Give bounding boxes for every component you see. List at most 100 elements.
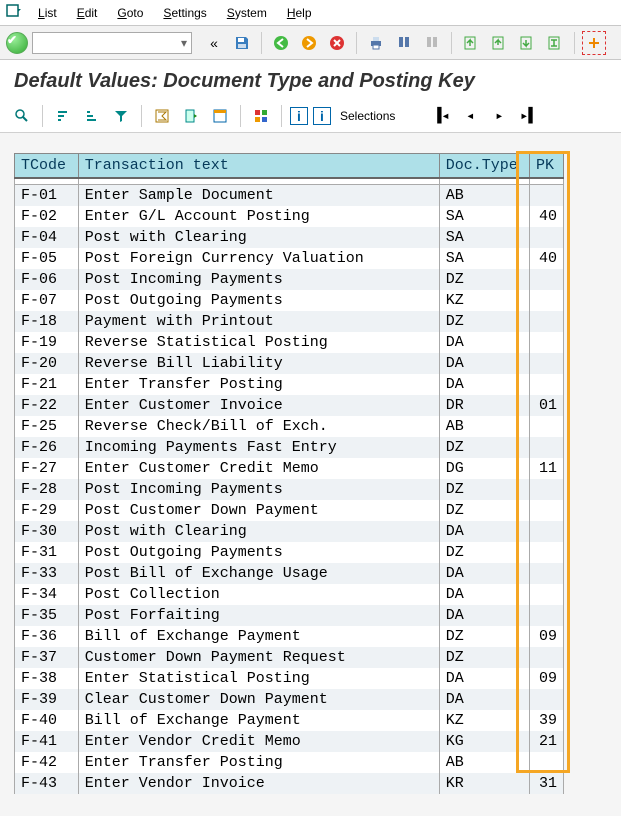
table-row[interactable]: F-42Enter Transfer PostingAB xyxy=(15,752,564,773)
table-row[interactable]: F-02Enter G/L Account PostingSA40 xyxy=(15,206,564,227)
filter-icon[interactable] xyxy=(109,104,133,128)
table-row[interactable]: F-29Post Customer Down PaymentDZ xyxy=(15,500,564,521)
print-icon[interactable] xyxy=(364,31,388,55)
table-row[interactable]: F-04Post with ClearingSA xyxy=(15,227,564,248)
cell-pk xyxy=(530,521,564,542)
table-row[interactable]: F-01Enter Sample DocumentAB xyxy=(15,184,564,206)
cell-doctype: DA xyxy=(439,605,529,626)
cell-doctype: AB xyxy=(439,184,529,206)
alv-table[interactable]: TCode Transaction text Doc.Type PK F-01E… xyxy=(14,153,564,794)
sort-desc-icon[interactable] xyxy=(80,104,104,128)
col-tcode[interactable]: TCode xyxy=(15,154,79,179)
nav-last-icon[interactable]: ▸▌ xyxy=(516,104,540,128)
details-icon[interactable] xyxy=(10,104,34,128)
cell-tcode: F-35 xyxy=(15,605,79,626)
table-row[interactable]: F-25Reverse Check/Bill of Exch.AB xyxy=(15,416,564,437)
exit-icon[interactable] xyxy=(297,31,321,55)
table-row[interactable]: F-39Clear Customer Down PaymentDA xyxy=(15,689,564,710)
table-row[interactable]: F-26Incoming Payments Fast EntryDZ xyxy=(15,437,564,458)
table-row[interactable]: F-33Post Bill of Exchange UsageDA xyxy=(15,563,564,584)
menu-system[interactable]: System xyxy=(217,2,277,24)
cell-doctype: DR xyxy=(439,395,529,416)
cell-tcode: F-27 xyxy=(15,458,79,479)
cell-tcode: F-05 xyxy=(15,248,79,269)
first-page-icon[interactable] xyxy=(459,31,483,55)
info2-icon[interactable]: i xyxy=(313,107,331,125)
prev-page-icon[interactable] xyxy=(487,31,511,55)
cell-text: Post Foreign Currency Valuation xyxy=(78,248,439,269)
export-icon[interactable] xyxy=(179,104,203,128)
table-row[interactable]: F-34Post CollectionDA xyxy=(15,584,564,605)
table-row[interactable]: F-38Enter Statistical PostingDA09 xyxy=(15,668,564,689)
next-page-icon[interactable] xyxy=(515,31,539,55)
cell-pk: 40 xyxy=(530,248,564,269)
cell-text: Post Incoming Payments xyxy=(78,269,439,290)
grid-area: TCode Transaction text Doc.Type PK F-01E… xyxy=(0,133,621,794)
cell-text: Post Collection xyxy=(78,584,439,605)
menu-goto[interactable]: Goto xyxy=(107,2,153,24)
nav-next-icon[interactable]: ▸ xyxy=(487,104,511,128)
last-page-icon[interactable] xyxy=(543,31,567,55)
cell-doctype: DA xyxy=(439,521,529,542)
col-pk[interactable]: PK xyxy=(530,154,564,179)
menu-list[interactable]: List xyxy=(28,2,67,24)
find-next-icon[interactable] xyxy=(420,31,444,55)
table-row[interactable]: F-05Post Foreign Currency ValuationSA40 xyxy=(15,248,564,269)
table-row[interactable]: F-27Enter Customer Credit MemoDG11 xyxy=(15,458,564,479)
table-row[interactable]: F-31Post Outgoing PaymentsDZ xyxy=(15,542,564,563)
collapse-icon[interactable]: « xyxy=(202,31,226,55)
cell-text: Post Forfaiting xyxy=(78,605,439,626)
table-row[interactable]: F-41Enter Vendor Credit MemoKG21 xyxy=(15,731,564,752)
menu-help[interactable]: Help xyxy=(277,2,322,24)
cell-text: Reverse Bill Liability xyxy=(78,353,439,374)
cell-text: Reverse Statistical Posting xyxy=(78,332,439,353)
menubar: List Edit Goto Settings System Help xyxy=(0,0,621,26)
cell-tcode: F-42 xyxy=(15,752,79,773)
total-icon[interactable] xyxy=(150,104,174,128)
cell-tcode: F-26 xyxy=(15,437,79,458)
cell-doctype: DZ xyxy=(439,542,529,563)
col-text[interactable]: Transaction text xyxy=(78,154,439,179)
table-row[interactable]: F-20Reverse Bill LiabilityDA xyxy=(15,353,564,374)
menu-edit[interactable]: Edit xyxy=(67,2,108,24)
menu-icon[interactable] xyxy=(6,3,22,22)
grid-icon[interactable] xyxy=(249,104,273,128)
back-icon[interactable] xyxy=(269,31,293,55)
cell-text: Post Incoming Payments xyxy=(78,479,439,500)
cell-pk: 40 xyxy=(530,206,564,227)
table-row[interactable]: F-28Post Incoming PaymentsDZ xyxy=(15,479,564,500)
nav-first-icon[interactable]: ▐◂ xyxy=(429,104,453,128)
info-icon[interactable]: i xyxy=(290,107,308,125)
save-icon[interactable] xyxy=(230,31,254,55)
cell-text: Post with Clearing xyxy=(78,227,439,248)
find-icon[interactable] xyxy=(392,31,416,55)
menu-settings[interactable]: Settings xyxy=(153,2,216,24)
table-row[interactable]: F-37Customer Down Payment RequestDZ xyxy=(15,647,564,668)
col-doctype[interactable]: Doc.Type xyxy=(439,154,529,179)
new-session-icon[interactable] xyxy=(582,31,606,55)
table-row[interactable]: F-22Enter Customer InvoiceDR01 xyxy=(15,395,564,416)
sort-asc-icon[interactable] xyxy=(51,104,75,128)
table-row[interactable]: F-35Post ForfaitingDA xyxy=(15,605,564,626)
table-row[interactable]: F-21Enter Transfer PostingDA xyxy=(15,374,564,395)
table-row[interactable]: F-36Bill of Exchange PaymentDZ09 xyxy=(15,626,564,647)
cell-text: Enter Vendor Invoice xyxy=(78,773,439,794)
table-row[interactable]: F-30Post with ClearingDA xyxy=(15,521,564,542)
table-row[interactable]: F-40Bill of Exchange PaymentKZ39 xyxy=(15,710,564,731)
command-field[interactable]: ▾ xyxy=(32,32,192,54)
cell-doctype: KZ xyxy=(439,290,529,311)
enter-button[interactable]: ✔ xyxy=(6,32,28,54)
table-row[interactable]: F-19Reverse Statistical PostingDA xyxy=(15,332,564,353)
cell-tcode: F-29 xyxy=(15,500,79,521)
cell-text: Enter Customer Credit Memo xyxy=(78,458,439,479)
table-row[interactable]: F-18Payment with PrintoutDZ xyxy=(15,311,564,332)
cell-doctype: SA xyxy=(439,227,529,248)
table-row[interactable]: F-43Enter Vendor InvoiceKR31 xyxy=(15,773,564,794)
cell-tcode: F-18 xyxy=(15,311,79,332)
nav-prev-icon[interactable]: ◂ xyxy=(458,104,482,128)
table-row[interactable]: F-06Post Incoming PaymentsDZ xyxy=(15,269,564,290)
cancel-icon[interactable] xyxy=(325,31,349,55)
cell-tcode: F-20 xyxy=(15,353,79,374)
table-row[interactable]: F-07Post Outgoing PaymentsKZ xyxy=(15,290,564,311)
layout-icon[interactable] xyxy=(208,104,232,128)
